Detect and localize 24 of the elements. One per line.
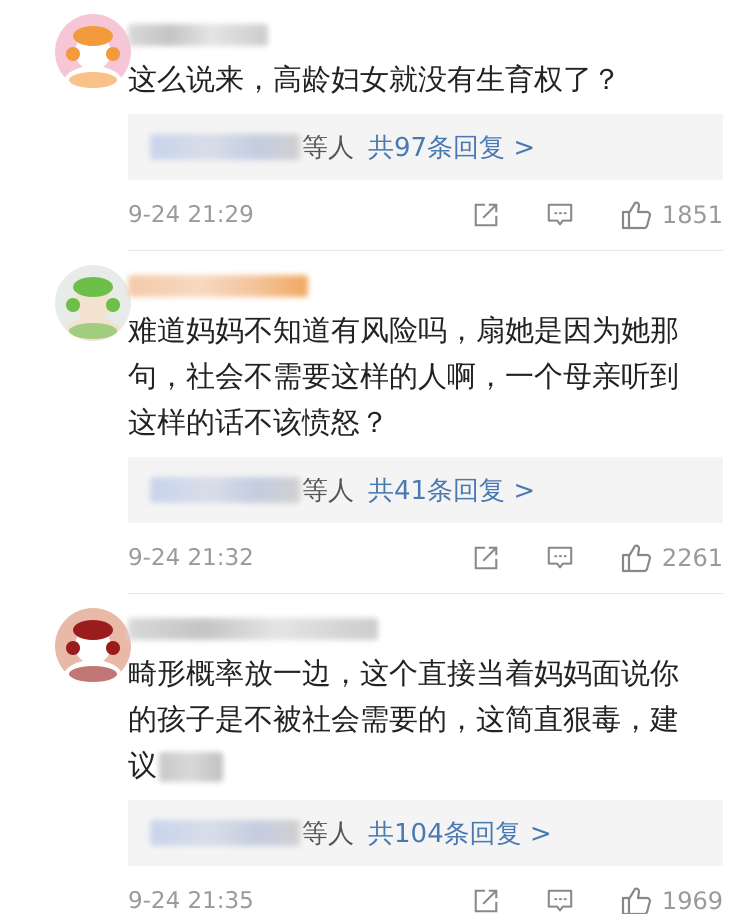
- thumbs-up-icon[interactable]: [620, 199, 652, 231]
- replies-link[interactable]: 共41条回复 >: [368, 472, 536, 508]
- reply-preview[interactable]: 等人 共104条回复 >: [128, 800, 723, 866]
- comment-icon[interactable]: [546, 887, 574, 914]
- comment-time: 9-24 21:32: [128, 545, 254, 571]
- reply-users-label: 等人: [302, 474, 354, 508]
- reply-preview[interactable]: 等人 共41条回复 >: [128, 457, 723, 523]
- replies-link[interactable]: 共97条回复 >: [368, 130, 536, 164]
- like-count: 2261: [662, 544, 723, 572]
- comment-time: 9-24 21:35: [128, 888, 254, 914]
- share-icon[interactable]: [472, 544, 500, 572]
- share-icon[interactable]: [472, 887, 500, 914]
- reply-users-label: 等人: [302, 132, 354, 164]
- like-count: 1851: [662, 201, 723, 229]
- thumbs-up-icon[interactable]: [620, 542, 652, 574]
- comment-time: 9-24 21:29: [128, 202, 254, 228]
- thumbs-up-icon[interactable]: [620, 885, 652, 914]
- comment-text: 这么说来，高龄妇女就没有生育权了？: [128, 62, 621, 96]
- like-count: 1969: [662, 887, 723, 914]
- reply-users-label: 等人: [302, 818, 354, 850]
- comment-text: 难道妈妈不知道有风险吗，扇她是因为她那句，社会不需要这样的人啊，一个母亲听到这样的话不该愤怒？: [128, 313, 679, 439]
- replies-link[interactable]: 共104条回复 >: [368, 816, 552, 850]
- share-icon[interactable]: [472, 201, 500, 229]
- reply-preview[interactable]: 等人 共97条回复 >: [128, 114, 723, 180]
